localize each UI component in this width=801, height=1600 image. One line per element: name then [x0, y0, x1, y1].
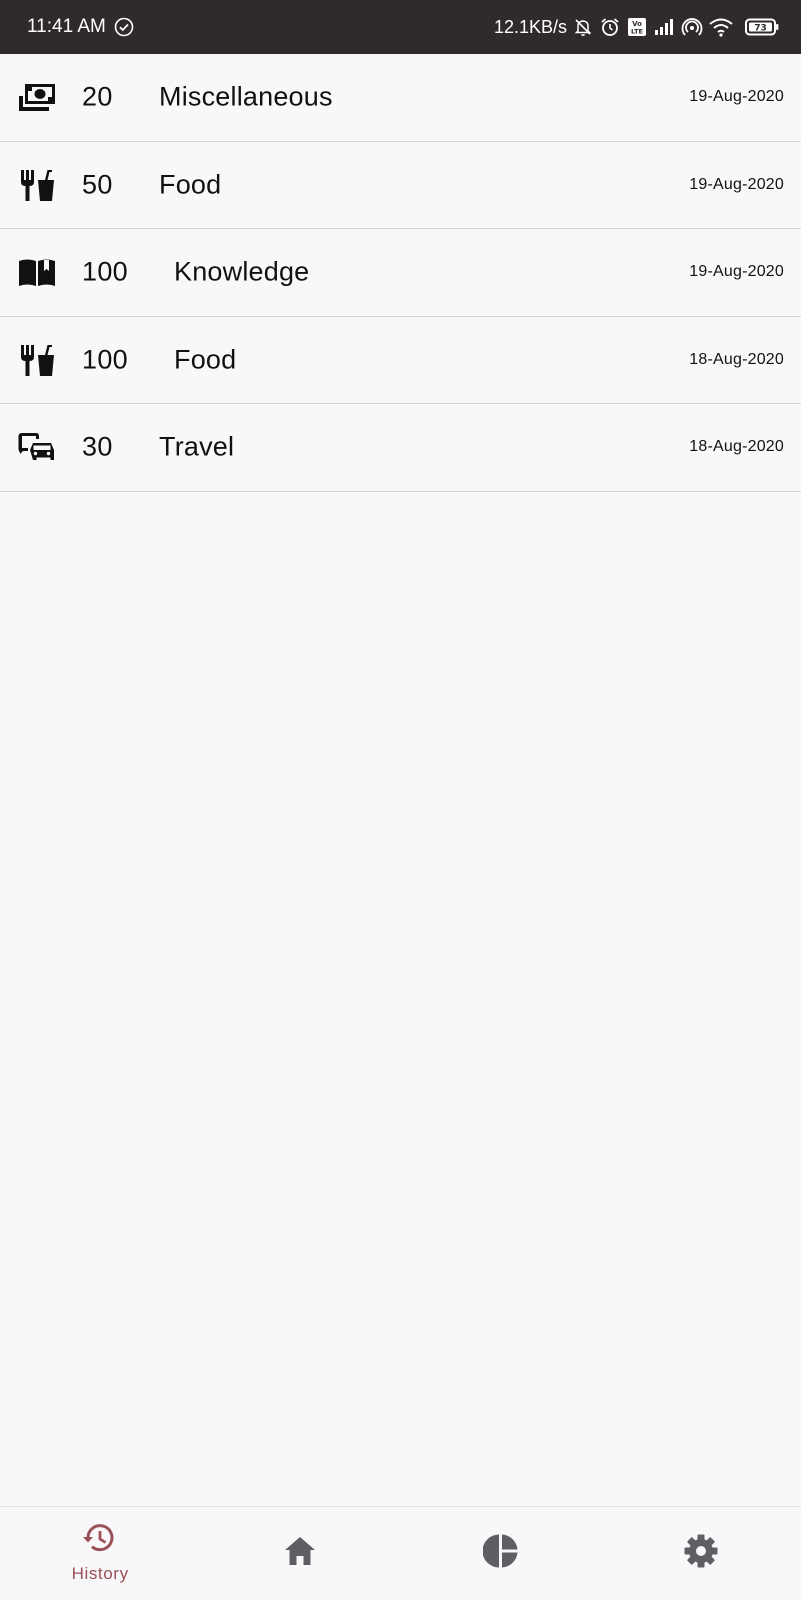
- bottom-navigation: History: [0, 1506, 801, 1600]
- volte-icon: Vo LTE: [627, 17, 647, 37]
- status-right: 12.1KB/s Vo LTE 73: [494, 16, 779, 38]
- network-speed: 12.1KB/s: [493, 16, 567, 37]
- expense-category: Knowledge: [174, 256, 310, 287]
- expense-date: 18-Aug-2020: [689, 438, 784, 456]
- status-left: 11:41 AM: [27, 16, 134, 38]
- status-time: 11:41 AM: [27, 16, 106, 37]
- signal-icon: [653, 18, 675, 36]
- food-icon: [18, 168, 56, 202]
- list-item[interactable]: 20 Miscellaneous 19-Aug-2020: [0, 54, 801, 142]
- expense-date: 19-Aug-2020: [689, 175, 784, 193]
- wifi-icon: [709, 17, 733, 37]
- battery-icon: 73: [745, 18, 779, 36]
- nav-stats[interactable]: [401, 1507, 601, 1600]
- expense-category: Food: [174, 344, 237, 375]
- expense-amount: 20: [82, 81, 113, 112]
- book-icon: [18, 255, 56, 289]
- expense-category: Miscellaneous: [159, 81, 333, 112]
- expense-list: 20 Miscellaneous 19-Aug-2020 50 Food 19-…: [0, 54, 801, 492]
- pie-chart-icon: [482, 1533, 519, 1574]
- money-icon: [18, 80, 56, 114]
- status-bar: 11:41 AM 12.1KB/s Vo LTE 73: [0, 0, 801, 54]
- nav-settings[interactable]: [601, 1507, 801, 1600]
- list-item[interactable]: 100 Knowledge 19-Aug-2020: [0, 229, 801, 317]
- nav-history-label: History: [71, 1564, 129, 1583]
- expense-amount: 100: [82, 256, 128, 287]
- food-icon: [18, 343, 56, 377]
- bell-off-icon: [573, 17, 593, 37]
- history-icon: [82, 1523, 118, 1560]
- expense-date: 19-Aug-2020: [689, 263, 784, 281]
- commute-icon: [18, 430, 56, 464]
- list-item[interactable]: 50 Food 19-Aug-2020: [0, 142, 801, 229]
- alarm-icon: [599, 16, 621, 38]
- check-circle-icon: [114, 17, 134, 37]
- list-item[interactable]: 100 Food 18-Aug-2020: [0, 317, 801, 404]
- expense-date: 19-Aug-2020: [689, 88, 784, 106]
- expense-category: Travel: [159, 431, 235, 462]
- home-icon: [283, 1535, 317, 1572]
- expense-date: 18-Aug-2020: [689, 350, 784, 368]
- expense-amount: 50: [82, 169, 113, 200]
- expense-amount: 100: [82, 344, 128, 375]
- expense-amount: 30: [82, 431, 113, 462]
- battery-level: 73: [754, 24, 767, 34]
- nav-home[interactable]: [200, 1507, 400, 1600]
- hotspot-icon: [681, 16, 703, 38]
- nav-history[interactable]: History: [0, 1507, 200, 1600]
- list-item[interactable]: 30 Travel 18-Aug-2020: [0, 404, 801, 492]
- settings-icon: [683, 1533, 719, 1574]
- expense-category: Food: [159, 169, 222, 200]
- svg-text:LTE: LTE: [631, 28, 643, 36]
